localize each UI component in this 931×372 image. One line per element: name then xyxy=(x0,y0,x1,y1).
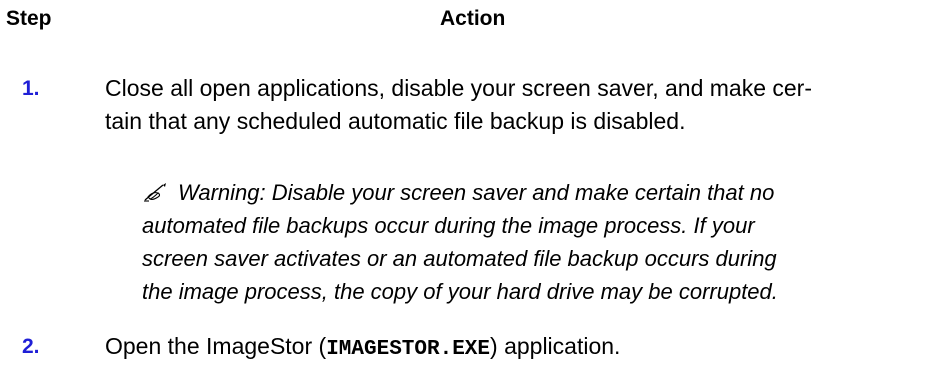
step-action-text: Open the ImageStor (IMAGESTOR.EXE) appli… xyxy=(105,330,925,366)
step-text-fragment: Open the ImageStor ( xyxy=(105,333,327,359)
writing-hand-icon xyxy=(142,179,168,202)
step-action-text: Close all open applications, disable you… xyxy=(105,72,925,138)
warning-text-line: automated file backups occur during the … xyxy=(142,213,755,238)
step-text-line: Close all open applications, disable you… xyxy=(105,75,812,101)
step-text-line: tain that any scheduled automatic file b… xyxy=(105,108,686,134)
step-number: 2. xyxy=(22,335,40,358)
step-column-header: Step xyxy=(6,7,52,30)
warning-text-line: the image process, the copy of your hard… xyxy=(142,279,778,304)
step-text-fragment: ) application. xyxy=(490,333,621,359)
action-column-header: Action xyxy=(440,7,506,30)
executable-filename: IMAGESTOR.EXE xyxy=(326,338,491,361)
warning-text-line: screen saver activates or an automated f… xyxy=(142,246,777,271)
warning-text-line: Warning: Disable your screen saver and m… xyxy=(178,180,775,205)
warning-note: Warning: Disable your screen saver and m… xyxy=(142,176,927,308)
step-number: 1. xyxy=(22,77,40,100)
